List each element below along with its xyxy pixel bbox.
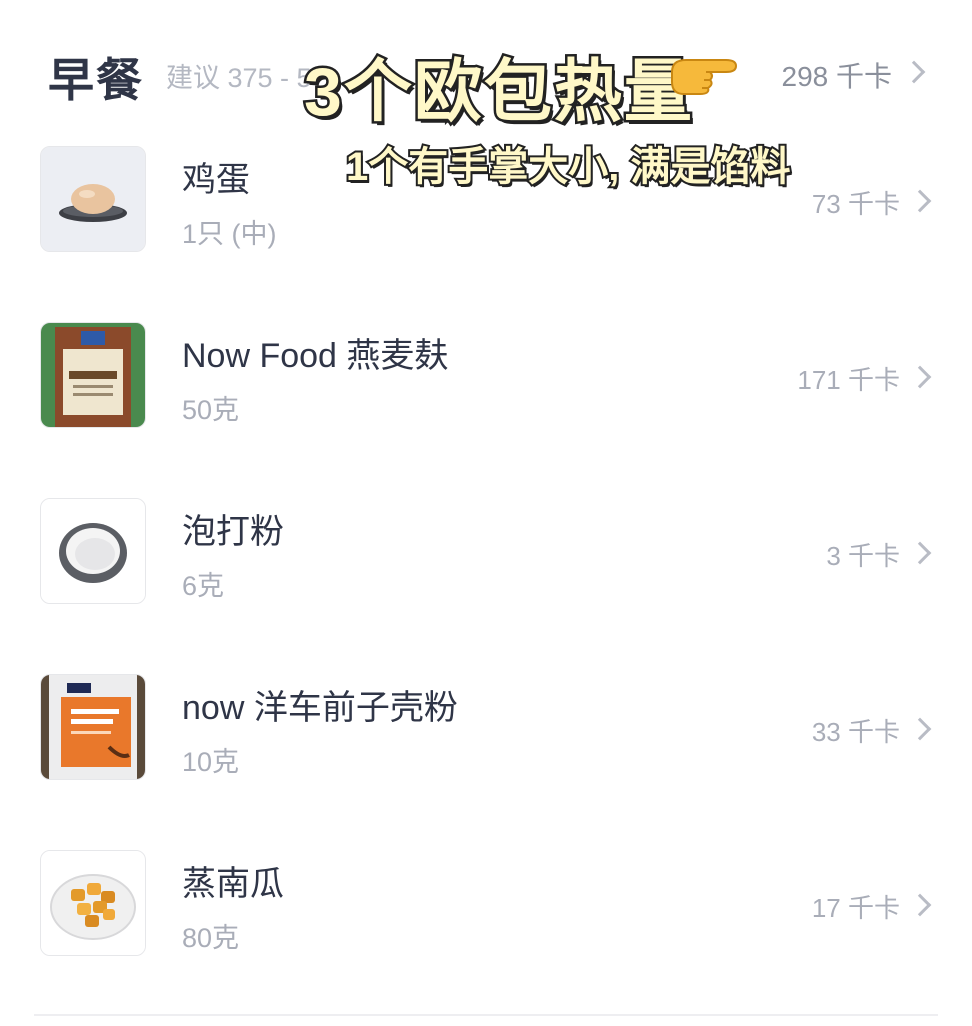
food-name: Now Food 燕麦麸: [182, 337, 449, 375]
food-amount: 80克: [182, 923, 240, 953]
calorie-suggestion: 建议 375 - 5: [166, 63, 312, 93]
food-name: now 洋车前子壳粉: [182, 689, 458, 727]
food-item-egg[interactable]: 鸡蛋 1只 (中) 73 千卡: [0, 146, 972, 322]
food-kcal: 171 千卡: [797, 365, 900, 395]
chevron-right-icon: [902, 60, 926, 84]
food-amount: 6克: [182, 571, 225, 601]
food-kcal: 33 千卡: [811, 717, 900, 747]
food-name: 鸡蛋: [182, 161, 250, 199]
baking-powder-bowl-icon: [40, 498, 146, 604]
food-name: 泡打粉: [182, 513, 284, 551]
steamed-pumpkin-icon: [40, 850, 146, 956]
chevron-right-icon: [908, 717, 932, 741]
meal-total-kcal: 298 千卡: [781, 61, 893, 92]
psyllium-bag-icon: [40, 674, 146, 780]
food-item-psyllium[interactable]: now 洋车前子壳粉 10克 33 千卡: [0, 674, 972, 850]
food-kcal: 73 千卡: [811, 189, 900, 219]
divider: [34, 1014, 938, 1016]
food-name: 蒸南瓜: [182, 865, 284, 903]
egg-icon: [40, 146, 146, 252]
food-amount: 10克: [182, 747, 240, 777]
food-item-oat-bran[interactable]: Now Food 燕麦麸 50克 171 千卡: [0, 322, 972, 498]
food-kcal: 17 千卡: [811, 893, 900, 923]
chevron-right-icon: [908, 189, 932, 213]
pointing-hand-icon: [671, 59, 738, 95]
overlay-title: 3个欧包热量: [302, 52, 695, 133]
food-item-steamed-pumpkin[interactable]: 蒸南瓜 80克 17 千卡: [0, 850, 972, 1026]
oat-bran-bag-icon: [40, 322, 146, 428]
chevron-right-icon: [908, 365, 932, 389]
food-kcal: 3 千卡: [826, 541, 900, 571]
chevron-right-icon: [908, 893, 932, 917]
food-item-baking-powder[interactable]: 泡打粉 6克 3 千卡: [0, 498, 972, 674]
meal-title: 早餐: [48, 54, 144, 106]
food-amount: 1只 (中): [182, 219, 277, 249]
chevron-right-icon: [908, 541, 932, 565]
food-amount: 50克: [182, 395, 240, 425]
